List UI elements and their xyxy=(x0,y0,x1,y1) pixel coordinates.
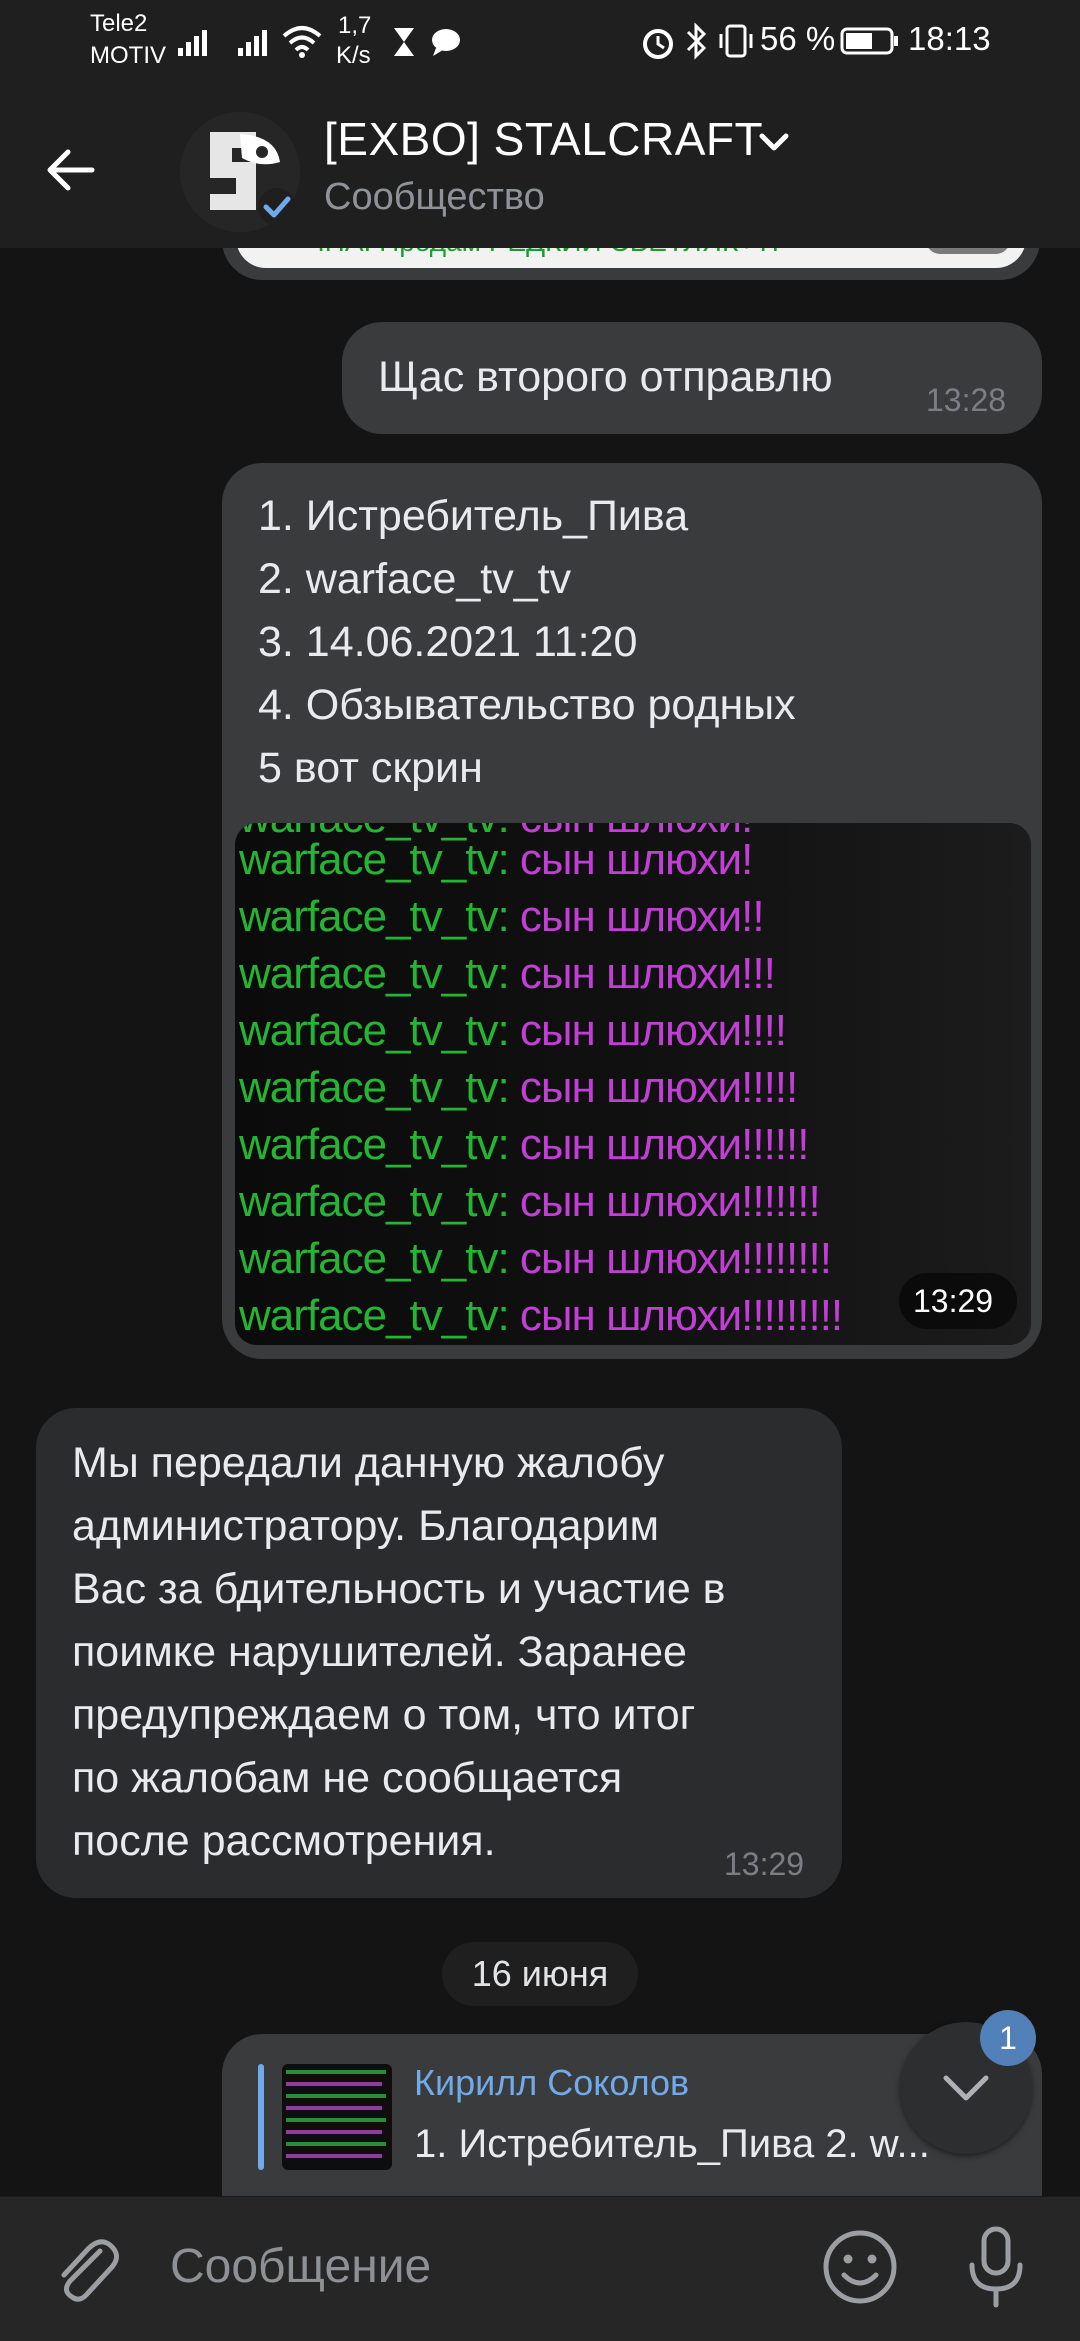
message-line: 2. warface_tv_tv xyxy=(258,555,572,603)
attached-screenshot[interactable]: warface_tv_tv: сын шлюхи! warface_tv_tv:… xyxy=(235,823,1031,1345)
back-button[interactable] xyxy=(40,140,130,210)
status-bar: Tele2 MOTIV 1,7 K/s 56 % 18:13 xyxy=(0,0,1080,80)
net-speed-value: 1,7 xyxy=(338,12,372,39)
verified-badge-icon xyxy=(258,188,296,226)
vibrate-icon xyxy=(719,24,753,58)
message-line: после рассмотрения. xyxy=(72,1817,496,1865)
arrow-back-icon xyxy=(47,149,95,191)
carrier-name: Tele2 xyxy=(90,10,148,37)
screenshot-chat-line: warface_tv_tv: сын шлюхи!!!!!!! xyxy=(239,1177,821,1226)
message-line: поимке нарушителей. Заранее xyxy=(72,1628,687,1676)
message-time: 13:28 xyxy=(926,382,1007,418)
signal-icon xyxy=(178,30,207,56)
incoming-message[interactable]: Мы передали данную жалобу администратору… xyxy=(36,1408,842,1898)
message-time: 13:29 xyxy=(724,1846,805,1882)
net-speed-unit: K/s xyxy=(336,42,371,69)
message-line: 3. 14.06.2021 11:20 xyxy=(258,618,638,666)
message-line: 5 вот скрин xyxy=(258,744,483,792)
message-composer: Сообщение xyxy=(0,2196,1080,2341)
unread-badge: 1 xyxy=(980,2010,1036,2066)
alarm-icon xyxy=(643,29,673,59)
outgoing-message[interactable]: Щас второго отправлю 13:28 xyxy=(342,322,1042,434)
screenshot-chat-line: warface_tv_tv: сын шлюхи!!!!!! xyxy=(239,1120,809,1169)
reply-thumbnail xyxy=(282,2064,392,2170)
message-line: Вас за бдительность и участие в xyxy=(72,1565,726,1613)
reply-author: Кирилл Соколов xyxy=(414,2062,690,2103)
screenshot-chat-line: warface_tv_tv: сын шлюхи! xyxy=(239,835,753,884)
reply-accent-bar xyxy=(258,2064,264,2170)
screenshot-chat-line: warface_tv_tv: сын шлюхи!!!! xyxy=(239,1006,787,1055)
message-line: администратору. Благодарим xyxy=(72,1502,660,1550)
paperclip-icon[interactable] xyxy=(46,2229,126,2309)
screenshot-chat-line: warface_tv_tv: сын шлюхи!!!!!!!!! xyxy=(239,1291,843,1340)
carrier-sub: MOTIV xyxy=(90,42,166,69)
battery-percent: 56 % xyxy=(760,20,836,57)
clock: 18:13 xyxy=(908,20,991,57)
emoji-icon[interactable] xyxy=(818,2225,902,2309)
image-time: 13:29 xyxy=(913,1283,994,1319)
wifi-icon xyxy=(282,26,322,58)
message-text: Щас второго отправлю xyxy=(378,353,833,401)
message-line: Мы передали данную жалобу xyxy=(72,1439,665,1487)
bluetooth-icon xyxy=(686,22,707,60)
message-line: по жалобам не сообщается xyxy=(72,1754,623,1802)
chat-title[interactable]: [EXBO] STALCRAFT xyxy=(324,112,763,166)
chevron-down-icon xyxy=(943,2075,989,2101)
screenshot-chat-line: warface_tv_tv: сын шлюхи!!!!! xyxy=(239,1063,798,1112)
message-line: 1. Истребитель_Пива xyxy=(258,492,689,540)
message-line: 4. Обзывательство родных xyxy=(258,681,796,729)
screenshot-chat-line: warface_tv_tv: сын шлюхи!! xyxy=(239,892,765,941)
message-line: предупреждаем о том, что итог xyxy=(72,1691,696,1739)
chat-bubble-icon xyxy=(432,29,460,56)
signal-icon-2 xyxy=(238,30,267,56)
unread-count: 1 xyxy=(999,2020,1017,2056)
screenshot-chat-line: warface_tv_tv: сын шлюхи!!! xyxy=(239,949,776,998)
image-time-chip: 13:29 xyxy=(899,1273,1017,1329)
hourglass-icon xyxy=(394,28,414,56)
chevron-down-icon[interactable] xyxy=(756,128,792,158)
chat-subtitle: Сообщество xyxy=(324,176,545,218)
date-separator: 16 июня xyxy=(442,1942,638,2006)
date-label: 16 июня xyxy=(471,1953,609,1994)
message-input[interactable]: Сообщение xyxy=(170,2239,431,2294)
screenshot-chat-line: warface_tv_tv: сын шлюхи!!!!!!!! xyxy=(239,1234,832,1283)
reply-preview: 1. Истребитель_Пива 2. w... xyxy=(414,2122,930,2166)
microphone-icon[interactable] xyxy=(956,2223,1036,2313)
battery-icon xyxy=(840,27,898,55)
